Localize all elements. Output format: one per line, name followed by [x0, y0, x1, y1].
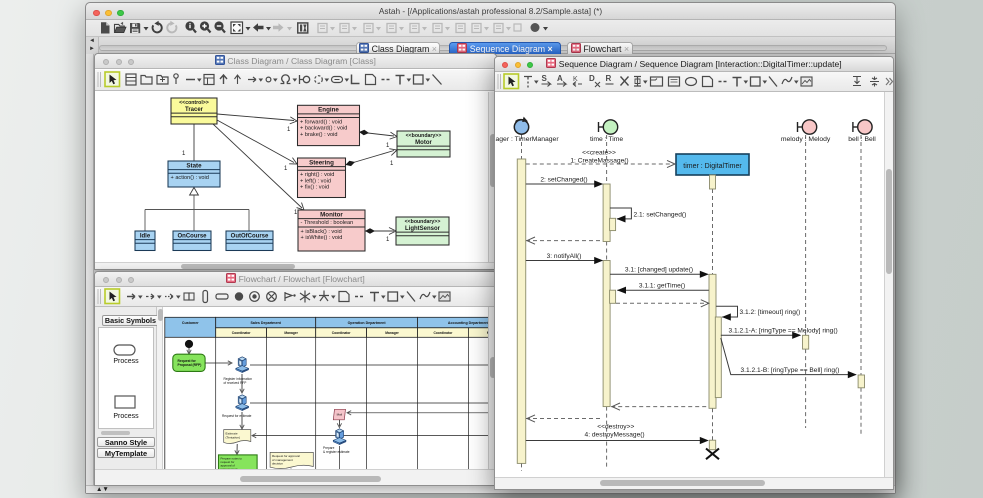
- svg-text:<<destroy>>: <<destroy>>: [597, 424, 634, 431]
- svg-text:Request for: Request for: [178, 359, 197, 363]
- svg-text:<<boundary>>: <<boundary>>: [405, 219, 441, 225]
- svg-text:<<create>>: <<create>>: [582, 149, 616, 156]
- svg-text:Idle: Idle: [140, 233, 151, 239]
- svg-text:- Threshold : boolean: - Threshold : boolean: [301, 220, 354, 226]
- svg-text:OutOfCourse: OutOfCourse: [231, 233, 269, 239]
- svg-text:& register estimate: & register estimate: [323, 450, 350, 454]
- svg-text:+ brake() : void: + brake() : void: [300, 132, 337, 138]
- svg-text:S: S: [542, 74, 548, 83]
- svg-text:1: CreateMassage(): 1: CreateMassage(): [570, 157, 628, 164]
- svg-text:D: D: [589, 74, 595, 83]
- svg-text:+ isWhite() : void: + isWhite() : void: [301, 235, 343, 241]
- svg-text:Monitor: Monitor: [320, 211, 343, 218]
- svg-text:1: 1: [386, 237, 390, 243]
- svg-text:Coordinator: Coordinator: [434, 331, 454, 335]
- svg-text:<<control>>: <<control>>: [179, 100, 209, 106]
- svg-text:Process: Process: [113, 358, 139, 365]
- svg-text:Mail: Mail: [337, 413, 343, 417]
- svg-text:1: 1: [294, 210, 298, 216]
- svg-text:timer : DigitalTimer: timer : DigitalTimer: [683, 163, 742, 170]
- svg-text:Coordinator: Coordinator: [332, 331, 352, 335]
- svg-text:Sales Department: Sales Department: [251, 321, 282, 325]
- svg-text:ager : TimerManager: ager : TimerManager: [496, 136, 560, 143]
- svg-text:Request for estimate: Request for estimate: [222, 414, 252, 418]
- svg-text:1: 1: [386, 143, 390, 149]
- svg-text:3.1.2: [timeout] ring(): 3.1.2: [timeout] ring(): [740, 309, 801, 316]
- svg-text:Motor: Motor: [415, 140, 432, 146]
- svg-text:Manager: Manager: [385, 331, 399, 335]
- svg-text:OnCourse: OnCourse: [177, 233, 207, 239]
- svg-text:Coordinator: Coordinator: [232, 331, 252, 335]
- svg-text:R: R: [606, 74, 612, 83]
- svg-text:+ left() : void: + left() : void: [300, 178, 331, 184]
- svg-text:of received RFP: of received RFP: [224, 381, 247, 385]
- svg-text:Customer: Customer: [182, 321, 199, 325]
- svg-text:+ backward() : void: + backward() : void: [300, 126, 347, 132]
- svg-text:Tracer: Tracer: [185, 107, 204, 113]
- svg-text:4: destroyMessage(): 4: destroyMessage(): [585, 431, 645, 438]
- svg-text:State: State: [186, 162, 202, 169]
- svg-text:time : Time: time : Time: [590, 136, 623, 143]
- svg-text:3: notifyAll(): 3: notifyAll(): [547, 253, 582, 260]
- svg-text:2.1: setChanged(): 2.1: setChanged(): [634, 211, 687, 218]
- svg-text:+ right() : void: + right() : void: [300, 172, 334, 178]
- svg-text:<<boundary>>: <<boundary>>: [406, 133, 442, 139]
- svg-text:1: 1: [284, 166, 288, 172]
- svg-text:+ fix() : void: + fix() : void: [300, 185, 329, 191]
- svg-text:1: 1: [182, 151, 186, 157]
- svg-text:+ forward() : void: + forward() : void: [300, 119, 342, 125]
- svg-text:3.1.2.1-A: [ringType == Melody: 3.1.2.1-A: [ringType == Melody] ring(): [729, 328, 838, 335]
- svg-text:Accounting Department: Accounting Department: [448, 321, 489, 325]
- svg-text:Process: Process: [113, 413, 139, 420]
- svg-text:Steering: Steering: [309, 159, 334, 166]
- svg-text:Engine: Engine: [318, 107, 339, 114]
- svg-text:3.1.2.1-B: [ringType == Bell]: 3.1.2.1-B: [ringType == Bell] ring(): [741, 367, 840, 374]
- svg-text:melody : Melody: melody : Melody: [781, 136, 831, 143]
- svg-text:Manager: Manager: [284, 331, 298, 335]
- svg-text:bell : Bell: bell : Bell: [848, 136, 876, 143]
- svg-text:Proposal (RFP): Proposal (RFP): [178, 363, 202, 367]
- svg-text:LightSensor: LightSensor: [405, 226, 441, 232]
- svg-text:+ isBlack() : void: + isBlack() : void: [301, 229, 342, 235]
- svg-text:Operation Department: Operation Department: [348, 321, 387, 325]
- svg-text:A: A: [557, 74, 563, 83]
- svg-text:decision: decision: [272, 461, 283, 465]
- svg-text:2: setChanged(): 2: setChanged(): [540, 177, 587, 184]
- svg-text:1: 1: [287, 127, 291, 133]
- svg-text:3.1: [changed] update(): 3.1: [changed] update(): [625, 267, 693, 274]
- svg-text:3.1.1: getTime(): 3.1.1: getTime(): [639, 283, 685, 290]
- svg-text:+ action() : void: + action() : void: [171, 175, 209, 181]
- svg-text:1: 1: [390, 161, 394, 167]
- svg-text:(Tentative): (Tentative): [226, 435, 240, 439]
